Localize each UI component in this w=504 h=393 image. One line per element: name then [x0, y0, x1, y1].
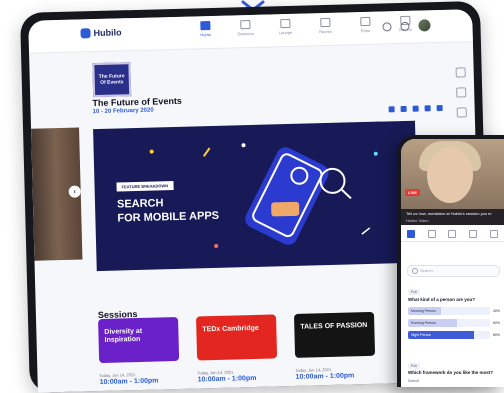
brand[interactable]: Hubilo [80, 27, 122, 39]
tab-poll-icon[interactable] [448, 230, 457, 238]
event-logo: The Future Of Events [92, 62, 132, 98]
poll-option[interactable]: Morning Person [408, 307, 490, 315]
chat-icon[interactable] [400, 21, 410, 31]
session-card-title: TALES OF PASSION [300, 322, 368, 331]
info-icon[interactable] [382, 21, 392, 32]
brand-name: Hubilo [93, 27, 122, 39]
session-card-title: Diversity at Inspiration [104, 327, 143, 344]
session-time: 10:00am - 1:00pm [295, 372, 355, 381]
nav-item-sessions[interactable]: Sessions [232, 19, 258, 37]
nav-label: Rooms [319, 28, 332, 35]
search-icon [412, 268, 418, 274]
phone-frame: LIVE Tell us how, mediation at Hubilo's … [397, 135, 504, 387]
poll-option[interactable]: Evening Person [408, 319, 490, 327]
banner-headline: SEARCH [116, 197, 164, 211]
facebook-icon[interactable] [388, 106, 395, 113]
poll-option[interactable]: Night Person [408, 331, 490, 339]
nav-label: Home [200, 32, 212, 38]
tab-people-icon[interactable] [469, 230, 478, 238]
poll-option-label: Night Person [411, 333, 432, 337]
linkedin-icon[interactable] [412, 105, 419, 112]
instagram-icon[interactable] [424, 105, 431, 112]
session-card[interactable]: TEDx Cambridge [196, 314, 278, 361]
session-date: Today, Jun 14, 2021 [197, 369, 234, 376]
poll-submit-link[interactable]: Submit [408, 379, 419, 383]
video-icon [240, 19, 251, 30]
poll-tag: Poll [408, 363, 420, 369]
social-links [388, 104, 443, 113]
event-dates: 10 - 20 February 2020 [92, 107, 154, 116]
brand-logo-mark-icon [80, 28, 91, 39]
session-card[interactable]: Diversity at Inspiration [98, 316, 180, 364]
nav-item-home[interactable]: Home [192, 21, 218, 38]
banner-badge: FEATURE BREAKDOWN [116, 181, 174, 192]
search-placeholder: Search [420, 268, 433, 273]
expo-icon [360, 16, 371, 27]
lounge-icon [280, 18, 291, 29]
tab-chat-icon[interactable] [407, 230, 416, 238]
session-card-title: TEDx Cambridge [202, 324, 259, 334]
home-icon [200, 21, 211, 31]
calendar-icon[interactable] [456, 87, 467, 98]
top-actions [382, 19, 431, 32]
people-icon[interactable] [456, 107, 467, 118]
phone-screen: LIVE Tell us how, mediation at Hubilo's … [401, 139, 504, 387]
video-caption: Tell us how, mediation at Hubilo's sessi… [401, 209, 504, 225]
top-navigation-bar: Hubilo Home Sessions Lounge Rooms Expo B… [28, 9, 473, 54]
poll-option-label: Morning Person [411, 309, 436, 313]
banner-illustration [149, 143, 378, 248]
nav-item-expo[interactable]: Expo [352, 16, 378, 34]
poll-option-label: Evening Person [411, 321, 436, 325]
nav-label: Lounge [278, 29, 293, 36]
rooms-icon [320, 17, 331, 28]
poll-tag: Poll [408, 289, 420, 295]
right-rail [455, 67, 467, 118]
caption-line: Tell us how, mediation at Hubilo's sessi… [406, 211, 492, 216]
phone-tabs [401, 227, 504, 242]
chevron-left-icon: ‹ [73, 188, 76, 196]
session-card[interactable]: TALES OF PASSION [293, 311, 376, 358]
nav-label: Expo [360, 27, 371, 34]
nav-item-lounge[interactable]: Lounge [272, 18, 298, 36]
event-logo-line: Of Events [100, 79, 124, 86]
live-video[interactable]: LIVE Tell us how, mediation at Hubilo's … [401, 139, 504, 225]
session-date: Today, Jun 14, 2021 [99, 372, 136, 379]
live-badge: LIVE [405, 189, 420, 196]
website-icon[interactable] [436, 104, 443, 112]
event-title: The Future of Events [92, 95, 183, 109]
tab-qna-icon[interactable] [427, 230, 436, 238]
hero-banner[interactable]: FEATURE BREAKDOWN SEARCH FOR MOBILE APPS [93, 120, 419, 272]
poll-question: What kind of a person are you? [408, 297, 476, 302]
nav-item-rooms[interactable]: Rooms [312, 17, 338, 35]
caption-subline: Hubilo Video [406, 218, 429, 223]
twitter-icon[interactable] [400, 105, 407, 113]
poll-percent: 60% [492, 321, 500, 325]
menu-icon[interactable] [455, 67, 466, 78]
speaker-face [427, 147, 473, 203]
nav-label: Sessions [237, 30, 254, 37]
poll-percent: 40% [492, 309, 500, 313]
tab-more-icon[interactable] [489, 230, 498, 238]
session-date: Today, Jun 14, 2021 [295, 366, 332, 373]
poll-percent: 80% [492, 333, 500, 337]
phone-search-input[interactable]: Search [407, 265, 500, 277]
poll-question: Which framework do you like the most? [408, 370, 494, 375]
session-time: 10:00am - 1:00pm [99, 377, 159, 387]
session-time: 10:00am - 1:00pm [197, 374, 257, 384]
avatar[interactable] [418, 19, 431, 32]
